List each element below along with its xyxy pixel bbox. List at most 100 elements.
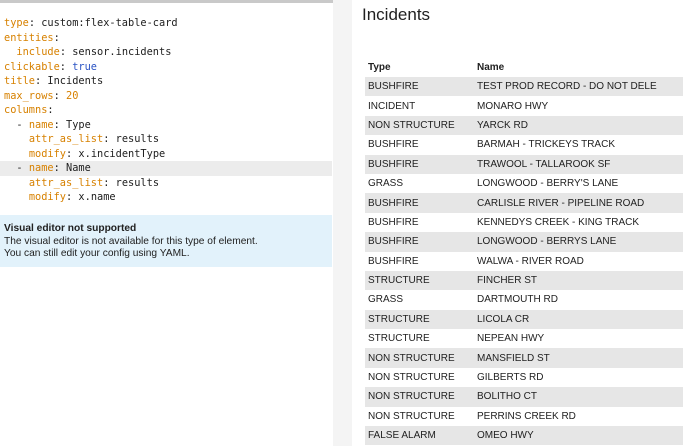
incidents-table: Type Name BUSHFIRE TEST PROD RECORD - DO … [365,58,683,446]
yaml-key: max_rows [4,89,54,102]
cell-type: BUSHFIRE [368,81,419,93]
cell-name: TRAWOOL - TALLAROOK SF [477,158,611,170]
code-line[interactable]: attr_as_list: results [4,176,332,191]
yaml-value: custom:flex-table-card [41,17,178,29]
table-row[interactable]: NON STRUCTURE PERRINS CREEK RD [365,406,683,427]
table-row[interactable]: STRUCTURE LICOLA CR [365,309,683,330]
table-row[interactable]: FALSE ALARM OMEO HWY [365,426,683,446]
cell-type: STRUCTURE [368,313,430,325]
yaml-value: x.incidentType [78,147,166,160]
yaml-value: results [115,133,160,145]
yaml-separator: : [35,75,48,87]
yaml-key: name [28,118,54,131]
table-row[interactable]: BUSHFIRE LONGWOOD - BERRYS LANE [365,232,683,252]
cell-name: FINCHER ST [477,275,537,287]
yaml-separator: : [66,191,79,203]
cell-name: NEPEAN HWY [477,333,545,345]
cell-name: WALWA - RIVER ROAD [477,255,584,267]
table-row[interactable]: BUSHFIRE TRAWOOL - TALLAROOK SF [365,154,683,174]
cell-type: FALSE ALARM [368,430,436,442]
yaml-key: clickable [4,60,60,73]
notice-line-2: You can still edit your config using YAM… [4,248,190,259]
cell-type: NON STRUCTURE [368,352,455,364]
cell-name: TEST PROD RECORD - DO NOT DELE [477,81,657,93]
cell-name: LONGWOOD - BERRY'S LANE [477,178,619,190]
code-list-marker: - [16,162,29,174]
code-line[interactable]: - name: Name [0,161,332,176]
code-line[interactable]: max_rows: 20 [4,89,332,104]
yaml-key: name [28,162,54,174]
table-row[interactable]: BUSHFIRE TEST PROD RECORD - DO NOT DELE [365,77,683,97]
cell-name: BARMAH - TRICKEYS TRACK [477,139,615,151]
cell-name: YARCK RD [477,119,528,131]
code-line[interactable]: attr_as_list: results [4,132,332,147]
table-row[interactable]: GRASS LONGWOOD - BERRY'S LANE [365,173,683,194]
yaml-separator: : [28,17,42,29]
code-line[interactable]: title: Incidents [4,74,332,89]
code-line[interactable]: modify: x.name [4,190,332,205]
column-header-type[interactable]: Type [365,62,473,73]
cell-name: DARTMOUTH RD [477,294,558,306]
column-header-name[interactable]: Name [473,62,683,73]
code-list-marker: - [16,118,29,131]
cell-type: STRUCTURE [368,333,430,345]
yaml-value: Incidents [47,75,104,87]
cell-type: BUSHFIRE [368,216,419,228]
table-body: BUSHFIRE TEST PROD RECORD - DO NOT DELE IN… [365,77,683,446]
yaml-separator: : [53,118,67,131]
table-row[interactable]: BUSHFIRE KENNEDYS CREEK - KING TRACK [365,212,683,233]
cell-name: LONGWOOD - BERRYS LANE [477,236,617,248]
yaml-separator: : [103,133,116,145]
code-line[interactable]: type: custom:flex-table-card [4,16,332,31]
table-row[interactable]: INCIDENT MONARO HWY [365,96,683,116]
table-row[interactable]: STRUCTURE NEPEAN HWY [365,329,683,349]
yaml-separator: : [66,147,79,160]
code-line[interactable]: entities: [4,31,332,46]
yaml-value: sensor.incidents [72,46,172,58]
code-line[interactable]: - name: Type [4,118,332,133]
yaml-code-editor[interactable]: type: custom:flex-table-card entities: in… [0,16,332,205]
cell-name: LICOLA CR [477,313,530,325]
yaml-separator: : [53,89,67,102]
table-row[interactable]: BUSHFIRE BARMAH - TRICKEYS TRACK [365,135,683,155]
table-header: Type Name [365,58,683,77]
table-row[interactable]: NON STRUCTURE GILBERTS RD [365,367,683,388]
cell-name: MONARO HWY [477,100,549,112]
yaml-editor-pane: type: custom:flex-table-card entities: in… [0,0,333,446]
table-row[interactable]: NON STRUCTURE BOLITHO CT [365,387,683,407]
yaml-separator: : [47,104,54,116]
table-row[interactable]: NON STRUCTURE MANSFIELD ST [365,348,683,368]
cell-type: INCIDENT [368,100,416,112]
code-line[interactable]: include: sensor.incidents [4,45,332,60]
yaml-value: x.name [78,191,116,203]
cell-name: OMEO HWY [477,430,534,442]
table-row[interactable]: BUSHFIRE WALWA - RIVER ROAD [365,251,683,271]
yaml-key: title [4,75,35,87]
cell-name: MANSFIELD ST [477,352,550,364]
yaml-value: Type [66,118,91,131]
cell-type: NON STRUCTURE [368,372,455,384]
table-row[interactable]: BUSHFIRE CARLISLE RIVER - PIPELINE ROAD [365,193,683,213]
code-line[interactable]: columns: [4,103,332,118]
yaml-separator: : [59,46,73,58]
table-row[interactable]: STRUCTURE FINCHER ST [365,270,683,291]
cell-name: CARLISLE RIVER - PIPELINE ROAD [477,197,645,209]
yaml-separator: : [103,176,116,189]
code-line[interactable]: modify: x.incidentType [4,147,332,162]
yaml-key: include [16,46,60,58]
table-row[interactable]: NON STRUCTURE YARCK RD [365,115,683,136]
cell-type: BUSHFIRE [368,158,419,170]
yaml-key: modify [28,191,67,203]
table-row[interactable]: GRASS DARTMOUTH RD [365,290,683,310]
cell-type: STRUCTURE [368,275,430,287]
yaml-separator: : [53,31,60,44]
code-line[interactable]: clickable: true [4,60,332,75]
cell-name: GILBERTS RD [477,372,544,384]
card-title: Incidents [362,5,431,24]
